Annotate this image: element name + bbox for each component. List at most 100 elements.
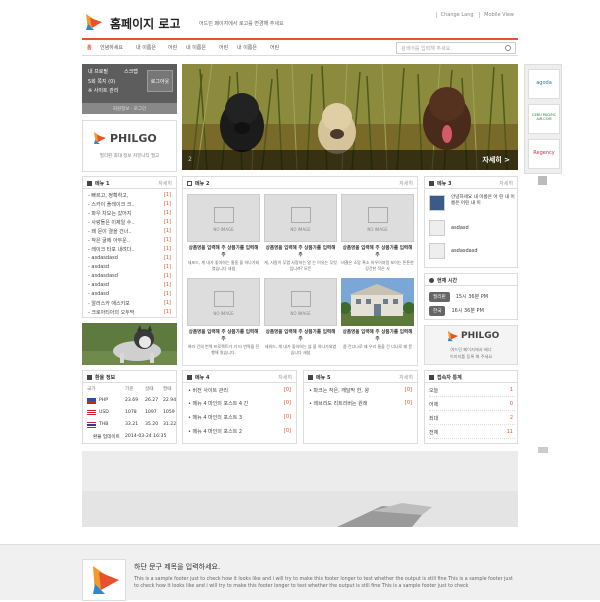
list-item[interactable]: - 왜 문이 결을 건너.. — [88, 228, 132, 235]
nav-item-4[interactable]: 내 이름은 — [186, 44, 206, 51]
main-banner[interactable] — [82, 451, 518, 527]
menu5-more[interactable]: 자세히 — [399, 374, 413, 381]
list-item[interactable]: - 파우 차모는 갔어지 — [88, 210, 131, 217]
post-thumbnail[interactable] — [429, 243, 445, 259]
login-links[interactable]: 회원정보 · 로그인 — [82, 103, 177, 114]
no-image-label: NO IMAGE — [213, 227, 234, 232]
product-image[interactable]: NO IMAGE — [187, 194, 260, 242]
scrap-link[interactable]: 스크랩 — [124, 68, 138, 75]
list-count: [1] — [163, 264, 171, 270]
visit-label: 전체 — [429, 430, 439, 436]
admin-link[interactable]: ※ 사이트 관리 — [88, 87, 118, 94]
menu5-title[interactable]: 메뉴 5 — [316, 375, 330, 381]
product-image[interactable]: NO IMAGE — [264, 194, 337, 242]
nav-item-2[interactable]: 내 이름은 — [136, 44, 156, 51]
product-title[interactable]: 상품명을 입력해 주 상품가를 입력해 주 — [340, 245, 415, 259]
menu4-more[interactable]: 자세히 — [278, 374, 292, 381]
post-thumbnail[interactable] — [429, 220, 445, 236]
list-item[interactable]: • 메뉴 4 마인의 포스트 4 긴 — [188, 400, 248, 407]
ad-regency[interactable]: Regency — [528, 139, 560, 169]
list-item[interactable]: • 메뉴 4 마인의 포스트 3 — [188, 414, 242, 421]
nav-item-7[interactable]: 어린 — [270, 44, 279, 51]
list-item[interactable]: - 빠르고, 정확하고, — [88, 192, 128, 199]
product-image[interactable]: NO IMAGE — [341, 194, 414, 242]
list-count: [1] — [163, 300, 171, 306]
visits-panel: 접속자 통계 오늘 1 어제 0 최대 2 전체 11 — [424, 370, 518, 444]
list-item[interactable]: - 사랑들은 이제일 수.. — [88, 219, 135, 226]
currency-panel: 환율 정보 국가 기준 살때 팔때 PHP 23.69 26.27 22.94 … — [82, 370, 177, 444]
product-image[interactable]: NO IMAGE — [264, 278, 337, 326]
list-item[interactable]: - asdasd — [88, 282, 109, 288]
ad-cebu-pacific[interactable]: CEBU PACIFIC AIR.COM — [528, 104, 560, 134]
list-item[interactable]: - asdasd — [88, 291, 109, 297]
time-value: 16시 36분 PM — [451, 308, 484, 314]
logo-icon[interactable] — [84, 12, 104, 32]
search-icon[interactable] — [505, 45, 511, 51]
list-item[interactable]: - 크로아티아의 오두막 — [88, 309, 134, 316]
philgo-banner[interactable]: PHILGO 필리핀 최대 정보 커뮤니티 필고 — [82, 120, 177, 172]
product-title[interactable]: 상품명을 입력해 주 상품가를 입력해 주 — [263, 245, 338, 259]
menu3-more[interactable]: 자세히 — [499, 180, 513, 187]
menu1-more[interactable]: 자세히 — [158, 180, 172, 187]
profile-link[interactable]: 내 프로필 — [88, 68, 108, 75]
message-link[interactable]: 5회 쪽지 (0) — [88, 78, 115, 85]
list-item[interactable]: - asdasd — [88, 264, 109, 270]
menu1-header: 메뉴 1 자세히 — [83, 177, 176, 189]
post-title[interactable]: 안녕하세요 내 이름은 어 린 내 이름은 어린 내 이 — [451, 195, 515, 207]
philgo-ad[interactable]: PHILGO 여드민 페이지에서 배너 이미지를 등록 해 주세요 — [424, 325, 518, 365]
post-title[interactable]: asdasdasd — [451, 248, 478, 254]
col-base: 기준 — [125, 387, 134, 392]
mobile-view-link[interactable]: Mobile View — [479, 12, 518, 18]
currency-buy: 35.20 — [145, 422, 159, 427]
currency-buy: 26.27 — [145, 398, 159, 403]
list-item[interactable]: - asdasdasd — [88, 255, 118, 261]
list-item[interactable]: - 작은 굴에 아두운.. — [88, 237, 130, 244]
list-count: [0] — [404, 400, 412, 406]
currency-header: 환율 정보 — [83, 371, 176, 383]
list-item[interactable]: • 레브리도 리트리버는 원래 — [309, 400, 367, 407]
husky-photo — [82, 323, 177, 365]
list-item[interactable]: - 알러스카 애스키모 — [88, 300, 130, 307]
product-title[interactable]: 상품명을 입력해 주 상품가를 입력해 주 — [186, 245, 261, 259]
search-input[interactable]: 검색어를 입력해 주세요. — [396, 42, 516, 54]
menu2-title[interactable]: 메뉴 2 — [195, 181, 209, 187]
menu2-more[interactable]: 자세히 — [399, 180, 413, 187]
list-item[interactable]: - 스카이 플레이크 크.. — [88, 201, 135, 208]
post-thumbnail[interactable] — [429, 195, 445, 211]
change-lang-link[interactable]: Change Lang — [435, 12, 478, 18]
product-image[interactable]: NO IMAGE — [187, 278, 260, 326]
time-label: 한국 — [429, 306, 446, 316]
product-title[interactable]: 상품명을 입력해 주 상품가를 입력해 주 — [340, 329, 415, 343]
list-item[interactable]: • 버전 사이트 관리 — [188, 387, 228, 394]
husky-image[interactable] — [82, 323, 177, 365]
list-item[interactable]: - asdasdasd — [88, 273, 118, 279]
menu4-title[interactable]: 메뉴 4 — [195, 375, 209, 381]
product-image[interactable] — [341, 278, 414, 326]
logout-button[interactable]: 로그아웃 — [147, 70, 173, 92]
list-item[interactable]: • 메뉴 4 마인의 포스트 2 — [188, 428, 242, 435]
product-title[interactable]: 상품명을 입력해 주 상품가를 입력해 주 — [186, 329, 261, 343]
currency-sell: 1059 — [163, 410, 175, 415]
list-item[interactable]: - 레이크 타포 내려다.. — [88, 246, 135, 253]
nav-item-5[interactable]: 어린 — [219, 44, 228, 51]
list-item[interactable]: • 파크는 작은, 깨달막 한, 왕 — [309, 387, 369, 394]
logo-title[interactable]: 홈페이지 로고 — [110, 15, 180, 32]
hero-more-button[interactable]: 자세히 > — [482, 155, 510, 165]
nav-item-3[interactable]: 어린 — [168, 44, 177, 51]
footer-logo[interactable] — [82, 559, 126, 601]
visit-row: 최대 2 — [429, 412, 515, 425]
product-title[interactable]: 상품명을 입력해 주 상품가를 입력해 주 — [263, 329, 338, 343]
nav-item-6[interactable]: 내 이름은 — [237, 44, 257, 51]
footer-title: 하단 문구 제목을 입력하세요. — [134, 563, 221, 571]
nav-item-1[interactable]: 안녕하세요 — [100, 44, 123, 51]
scroll-top-button[interactable] — [538, 176, 547, 185]
ad-agoda[interactable]: agoda — [528, 69, 560, 99]
visit-value: 2 — [509, 415, 513, 421]
menu3-title[interactable]: 메뉴 3 — [437, 181, 451, 187]
hero-slider[interactable]: 2 자세히 > — [182, 64, 518, 170]
post-title[interactable]: asdasd — [451, 225, 469, 231]
nav-home[interactable]: 홈 — [87, 44, 92, 51]
list-count: [1] — [163, 309, 171, 315]
menu1-title[interactable]: 메뉴 1 — [95, 181, 109, 187]
side-toggle[interactable] — [538, 447, 548, 453]
